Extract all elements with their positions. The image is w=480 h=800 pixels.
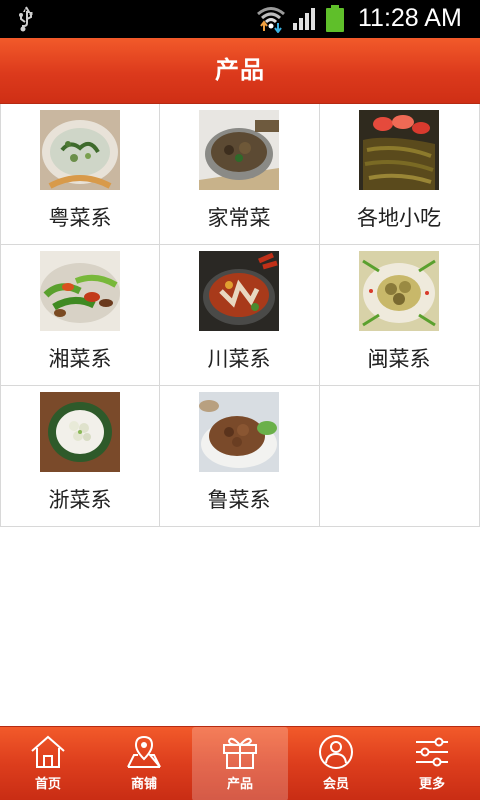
gift-icon — [221, 733, 259, 771]
nav-label: 会员 — [322, 777, 349, 792]
nav-more[interactable]: 更多 — [384, 727, 480, 800]
usb-icon — [16, 6, 36, 36]
category-label: 闽菜系 — [367, 347, 431, 371]
hunan-dish-photo — [40, 251, 120, 331]
nav-label: 商铺 — [130, 777, 157, 792]
sichuan-dish-photo — [199, 251, 279, 331]
category-item[interactable]: 湘菜系 — [0, 245, 160, 386]
category-label: 家常菜 — [207, 206, 271, 230]
wifi-icon — [256, 5, 286, 37]
category-label: 川菜系 — [207, 347, 271, 371]
nav-label: 更多 — [418, 777, 445, 792]
category-item[interactable]: 川菜系 — [160, 245, 320, 386]
shandong-dish-photo — [199, 392, 279, 472]
category-label: 各地小吃 — [357, 206, 441, 230]
category-label: 鲁菜系 — [207, 488, 271, 512]
nav-products[interactable]: 产品 — [192, 727, 288, 800]
nav-shops[interactable]: 商铺 — [96, 727, 192, 800]
category-label: 湘菜系 — [48, 347, 112, 371]
status-bar: 11:28 AM — [0, 0, 480, 38]
empty-grid-cell — [320, 386, 480, 527]
signal-icon — [292, 7, 318, 35]
category-label: 浙菜系 — [48, 488, 112, 512]
user-icon — [317, 733, 355, 771]
category-item[interactable]: 鲁菜系 — [160, 386, 320, 527]
battery-icon — [324, 5, 346, 37]
page-title: 产品 — [215, 56, 265, 84]
home-icon — [29, 733, 67, 771]
fujian-dish-photo — [359, 251, 439, 331]
nav-label: 首页 — [34, 777, 61, 792]
local-snacks-photo — [359, 110, 439, 190]
nav-home[interactable]: 首页 — [0, 727, 96, 800]
title-bar: 产品 — [0, 38, 480, 104]
category-label: 粤菜系 — [48, 206, 112, 230]
category-grid: 粤菜系 家常菜 各地小吃 湘菜系 川菜系 闽菜系 浙菜系 鲁菜系 — [0, 104, 480, 527]
bottom-nav: 首页 商铺 产品 会员 更多 — [0, 726, 480, 800]
zhejiang-dish-photo — [40, 392, 120, 472]
category-item[interactable]: 家常菜 — [160, 104, 320, 245]
nav-label: 产品 — [226, 777, 253, 792]
category-item[interactable]: 各地小吃 — [320, 104, 480, 245]
app-screen: 11:28 AM 产品 粤菜系 家常菜 各地小吃 湘菜系 川菜系 闽菜系 浙菜系… — [0, 0, 480, 800]
map-marker-icon — [125, 733, 163, 771]
cantonese-dish-photo — [40, 110, 120, 190]
home-style-dish-photo — [199, 110, 279, 190]
category-item[interactable]: 粤菜系 — [0, 104, 160, 245]
sliders-icon — [413, 733, 451, 771]
clock: 11:28 AM — [358, 4, 462, 32]
nav-member[interactable]: 会员 — [288, 727, 384, 800]
category-item[interactable]: 浙菜系 — [0, 386, 160, 527]
category-item[interactable]: 闽菜系 — [320, 245, 480, 386]
